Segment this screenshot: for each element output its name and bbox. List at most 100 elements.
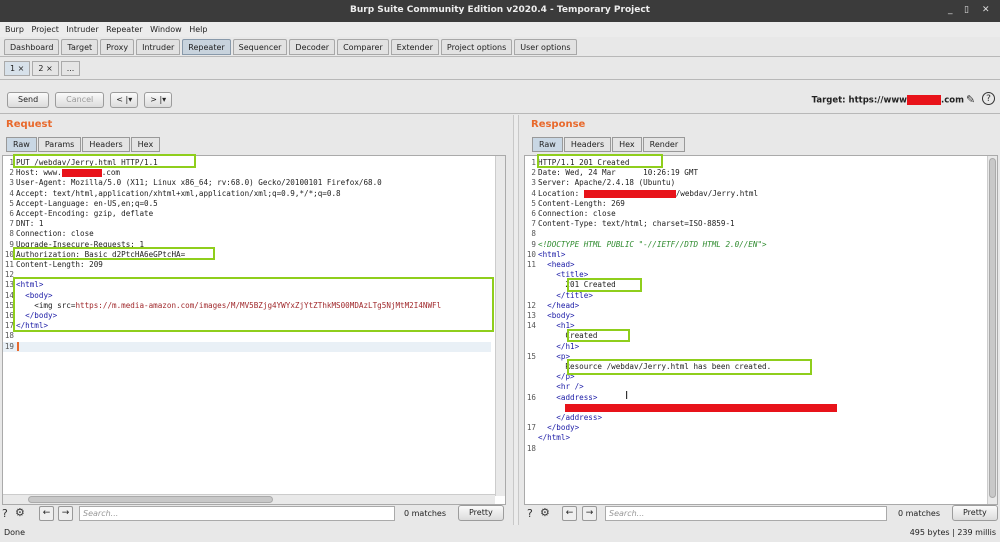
- edit-target-icon[interactable]: ✎: [966, 93, 975, 106]
- minimize-icon[interactable]: _: [948, 5, 953, 15]
- window-title: Burp Suite Community Edition v2020.4 - T…: [350, 5, 650, 15]
- request-tab-headers[interactable]: Headers: [82, 137, 130, 152]
- request-line: 4 Accept: text/html,application/xhtml+xml…: [9, 188, 341, 198]
- tab-project-options[interactable]: Project options: [440, 39, 513, 55]
- toolbar-divider: [0, 113, 1000, 114]
- request-vscroll[interactable]: [495, 156, 505, 496]
- request-hscroll-thumb[interactable]: [28, 496, 273, 503]
- request-prev-match-button[interactable]: ←: [39, 506, 54, 521]
- send-button[interactable]: Send: [7, 92, 50, 108]
- response-vscroll-thumb[interactable]: [989, 158, 996, 498]
- response-tab-render[interactable]: Render: [642, 137, 686, 152]
- response-line: 4 Location: /webdav/Jerry.html: [531, 188, 759, 198]
- response-line: 6 Connection: close: [531, 209, 616, 218]
- request-pretty-button[interactable]: Pretty: [458, 505, 504, 521]
- menu-repeater[interactable]: Repeater: [106, 25, 142, 34]
- maximize-icon[interactable]: ▯: [964, 5, 969, 15]
- request-hscroll[interactable]: [3, 494, 495, 504]
- tab-proxy[interactable]: Proxy: [100, 39, 135, 55]
- response-line: </html>: [538, 433, 571, 443]
- target-label: Target: https://www .com: [812, 95, 964, 106]
- tab-sequencer[interactable]: Sequencer: [232, 39, 288, 55]
- tab-dashboard[interactable]: Dashboard: [4, 39, 60, 55]
- response-tab-raw[interactable]: Raw: [532, 137, 563, 152]
- response-settings-icon[interactable]: ⚙: [540, 506, 550, 519]
- response-line: 9 <!DOCTYPE HTML PUBLIC "-//IETF//DTD HTM…: [531, 239, 767, 249]
- response-search-input[interactable]: Search...: [605, 506, 887, 521]
- response-line: 13 <body>: [526, 311, 575, 320]
- redacted-host: [907, 95, 942, 105]
- request-settings-icon[interactable]: ⚙: [15, 506, 25, 519]
- menu-burp[interactable]: Burp: [5, 25, 24, 34]
- target-prefix: Target: https://www: [811, 95, 908, 106]
- tab-extender[interactable]: Extender: [390, 39, 439, 55]
- menu-intruder[interactable]: Intruder: [66, 25, 98, 34]
- request-view-tabs: Raw Params Headers Hex: [6, 137, 161, 152]
- menu-project[interactable]: Project: [31, 25, 58, 34]
- request-line: 5 Accept-Language: en-US,en;q=0.5: [9, 198, 158, 208]
- request-tab-hex[interactable]: Hex: [130, 137, 161, 152]
- subtabs-divider: [0, 79, 1000, 80]
- request-help-icon[interactable]: ?: [2, 507, 8, 520]
- highlight-paragraph: [567, 359, 812, 375]
- request-line: 6 Accept-Encoding: gzip, deflate: [9, 209, 154, 218]
- tab-repeater[interactable]: Repeater: [182, 39, 231, 55]
- menu-help[interactable]: Help: [189, 25, 207, 34]
- response-next-match-button[interactable]: →: [582, 506, 597, 521]
- repeater-tab-2[interactable]: 2 ×: [32, 61, 59, 76]
- response-line: <hr />: [556, 382, 584, 392]
- response-line: 17 </body>: [526, 423, 580, 433]
- response-line: 18: [526, 443, 536, 453]
- highlight-authorization: [13, 247, 215, 260]
- tab-intruder[interactable]: Intruder: [136, 39, 181, 55]
- response-line: 11 <head>: [526, 260, 575, 269]
- status-left: Done: [4, 528, 26, 537]
- response-title: Response: [531, 119, 586, 130]
- request-line: 7 DNT: 1: [9, 219, 44, 229]
- menu-window[interactable]: Window: [150, 25, 182, 34]
- highlight-h1: [567, 329, 630, 342]
- request-search-input[interactable]: Search...: [79, 506, 395, 521]
- response-line: [525, 403, 838, 413]
- response-line: 15 <p>: [526, 351, 571, 361]
- tab-user-options[interactable]: User options: [514, 39, 577, 55]
- status-right: 495 bytes | 239 millis: [909, 528, 996, 537]
- response-line: 5 Content-Length: 269: [531, 198, 625, 208]
- response-line: 16 <address>: [526, 392, 598, 402]
- request-title: Request: [6, 119, 53, 130]
- request-tab-raw[interactable]: Raw: [6, 137, 37, 152]
- request-line: 8 Connection: close: [9, 229, 94, 239]
- repeater-tab-1[interactable]: 1 ×: [4, 61, 31, 76]
- back-button[interactable]: < |▾: [110, 92, 139, 108]
- response-line: 3 Server: Apache/2.4.18 (Ubuntu): [531, 178, 676, 188]
- response-pretty-button[interactable]: Pretty: [952, 505, 998, 521]
- response-line: </title>: [556, 290, 593, 300]
- menu-bar: Burp Project Intruder Repeater Window He…: [0, 22, 1000, 37]
- response-tab-hex[interactable]: Hex: [612, 137, 642, 152]
- response-line: </address>: [556, 413, 603, 422]
- repeater-tab-new[interactable]: ...: [60, 61, 81, 76]
- help-icon[interactable]: ?: [982, 92, 995, 105]
- highlight-status-line: [537, 154, 663, 168]
- response-line: </h1>: [556, 341, 580, 351]
- request-next-match-button[interactable]: →: [58, 506, 73, 521]
- request-tab-params[interactable]: Params: [37, 137, 82, 152]
- response-line: 2 Date: Wed, 24 Mar 10:26:19 GMT: [531, 168, 699, 178]
- tab-decoder[interactable]: Decoder: [289, 39, 336, 55]
- response-view-tabs: Raw Headers Hex Render: [532, 137, 686, 152]
- response-line: 10 <html>: [526, 249, 566, 259]
- forward-button[interactable]: > |▾: [144, 92, 173, 108]
- close-icon[interactable]: ✕: [982, 5, 990, 15]
- cancel-button[interactable]: Cancel: [55, 92, 105, 108]
- tab-comparer[interactable]: Comparer: [337, 39, 389, 55]
- tab-target[interactable]: Target: [61, 39, 99, 55]
- response-line: 7 Content-Type: text/html; charset=ISO-88…: [531, 219, 735, 229]
- response-prev-match-button[interactable]: ←: [562, 506, 577, 521]
- split-divider[interactable]: [513, 115, 519, 525]
- response-tab-headers[interactable]: Headers: [563, 137, 612, 152]
- response-help-icon[interactable]: ?: [527, 507, 533, 520]
- target-suffix: .com: [941, 95, 964, 106]
- request-line: 19: [3, 341, 491, 352]
- response-line: 8: [531, 229, 536, 239]
- response-vscroll[interactable]: [987, 156, 997, 504]
